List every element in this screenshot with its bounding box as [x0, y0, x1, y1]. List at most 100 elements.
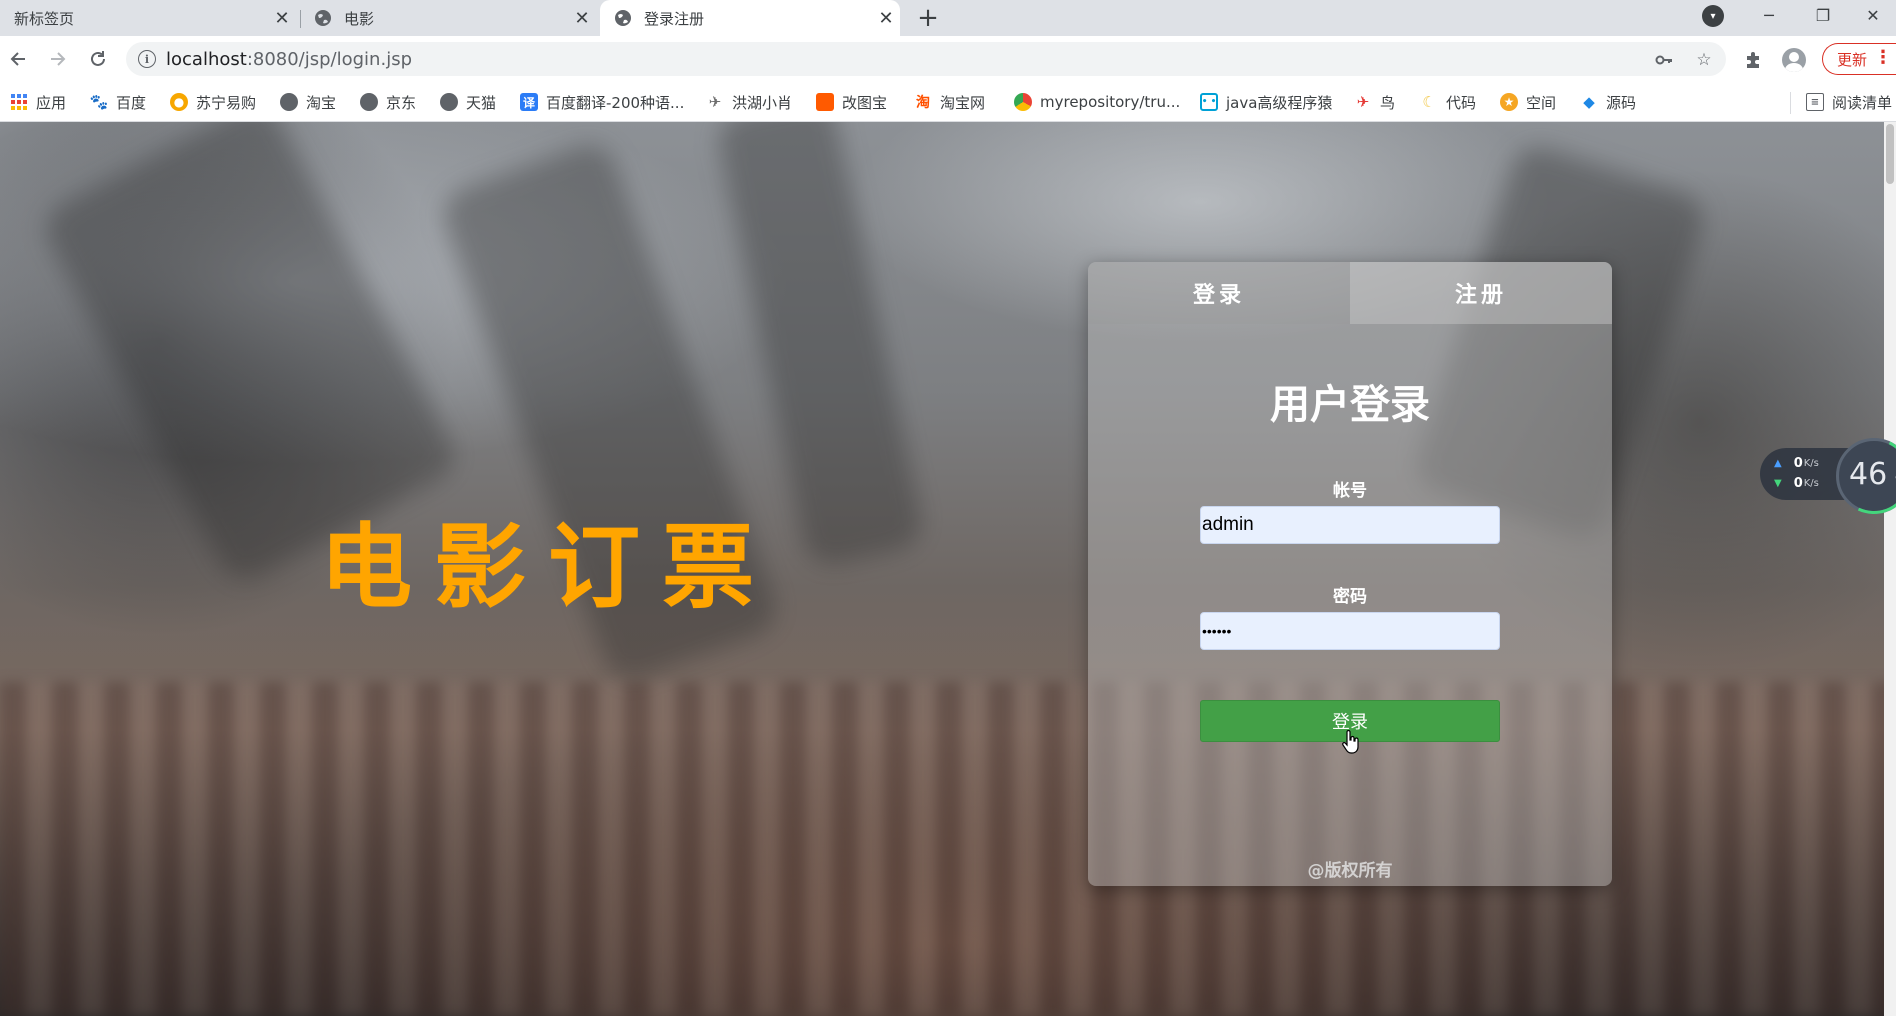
- bookmark-baidu[interactable]: 🐾 百度: [90, 90, 146, 114]
- key-icon[interactable]: [1654, 50, 1674, 70]
- hero-title: 电影订票: [320, 514, 777, 621]
- bookmarks-divider: [1790, 92, 1791, 114]
- tab-register[interactable]: 注册: [1350, 262, 1612, 324]
- tab-new-tab[interactable]: 新标签页 ✕: [14, 0, 296, 36]
- url-path: :8080/jsp/login.jsp: [246, 48, 412, 70]
- bookmark-label: 鸟: [1380, 93, 1396, 112]
- bilibili-icon: • •: [1200, 93, 1218, 111]
- bookmark-jd[interactable]: 京东: [360, 90, 416, 114]
- bookmark-label: 苏宁易购: [196, 93, 257, 112]
- bookmark-label: 源码: [1606, 93, 1637, 112]
- upload-arrow-icon: ▲: [1774, 458, 1782, 469]
- bookmark-myrepository[interactable]: myrepository/tru...: [1014, 90, 1180, 114]
- bookmark-label: 百度: [116, 93, 147, 112]
- hand-cursor-icon: [1342, 730, 1359, 754]
- bookmark-suning[interactable]: ● 苏宁易购: [170, 90, 256, 114]
- login-heading: 用户登录: [1270, 382, 1430, 428]
- bookmark-taobaowang[interactable]: 淘 淘宝网: [914, 90, 985, 114]
- password-input[interactable]: [1200, 612, 1500, 650]
- url-host: localhost: [166, 48, 247, 70]
- forward-button[interactable]: [42, 43, 74, 75]
- globe-icon: [315, 10, 331, 26]
- tab-login[interactable]: 登录: [1088, 262, 1350, 324]
- address-bar[interactable]: i localhost:8080/jsp/login.jsp ☆: [126, 42, 1726, 76]
- reading-list-icon: ≡: [1806, 93, 1824, 111]
- copyright-text: @版权所有: [1307, 861, 1393, 881]
- qzone-icon: ★: [1500, 93, 1518, 111]
- restore-button[interactable]: ❐: [1800, 0, 1846, 30]
- bookmark-bird[interactable]: ✈ 鸟: [1354, 90, 1395, 114]
- password-label: 密码: [1333, 587, 1367, 607]
- tab-divider: [300, 10, 301, 28]
- download-unit: K/s: [1803, 478, 1819, 489]
- bookmark-qzone[interactable]: ★ 空间: [1500, 90, 1556, 114]
- tab-search-icon[interactable]: ▾: [1702, 5, 1724, 27]
- account-input[interactable]: [1200, 506, 1500, 544]
- login-card: 登录 注册 用户登录 帐号 密码 登录 @版权所有: [1088, 262, 1612, 886]
- download-speed: ▼ 0 K/s: [1774, 476, 1819, 491]
- bookmark-label: 天猫: [466, 93, 497, 112]
- update-label: 更新: [1837, 50, 1868, 69]
- close-icon[interactable]: ✕: [268, 4, 296, 32]
- window-close-button[interactable]: ✕: [1850, 0, 1896, 30]
- bookmark-honghu[interactable]: ✈ 洪湖小肖: [706, 90, 792, 114]
- fish-icon: ◆: [1583, 93, 1595, 111]
- bookmark-label: 应用: [36, 93, 67, 112]
- bookmark-label: 京东: [386, 93, 417, 112]
- background-beam: [713, 122, 927, 570]
- tab-title: 登录注册: [644, 9, 705, 28]
- bird-icon: ✈: [708, 93, 722, 111]
- bookmark-gaitubao[interactable]: 改图宝: [816, 90, 887, 114]
- bookmark-label: 代码: [1446, 93, 1477, 112]
- suning-icon: ●: [170, 93, 188, 111]
- apps-grid-icon: [10, 93, 28, 111]
- bookmark-label: 淘宝网: [940, 93, 986, 112]
- new-tab-button[interactable]: +: [912, 2, 944, 34]
- bookmark-label: myrepository/tru...: [1040, 93, 1181, 111]
- bookmark-star-icon[interactable]: ☆: [1694, 50, 1714, 70]
- tab-login-register[interactable]: 登录注册 ✕: [600, 0, 900, 36]
- tab-title: 电影: [344, 9, 375, 28]
- bookmark-java[interactable]: • • java高级程序猿: [1200, 90, 1332, 114]
- reload-button[interactable]: [82, 43, 114, 75]
- orange-square-icon: [816, 93, 834, 111]
- back-button[interactable]: [2, 43, 34, 75]
- bookmark-source[interactable]: ◆ 源码: [1580, 90, 1636, 114]
- profile-avatar-icon[interactable]: [1782, 48, 1806, 72]
- moon-icon: ☾: [1422, 93, 1436, 111]
- tab-movie[interactable]: 电影 ✕: [314, 0, 596, 36]
- scrollbar-thumb[interactable]: [1886, 124, 1894, 184]
- site-info-icon[interactable]: i: [138, 50, 156, 68]
- close-icon[interactable]: ✕: [872, 4, 900, 32]
- bookmark-label: 空间: [1526, 93, 1557, 112]
- globe-icon: [280, 93, 298, 111]
- update-button[interactable]: 更新 ⋮: [1822, 43, 1896, 75]
- bookmark-taobao[interactable]: 淘宝: [280, 90, 336, 114]
- globe-icon: [360, 93, 378, 111]
- reload-icon: [91, 51, 105, 66]
- bookmarks-bar: 应用 🐾 百度 ● 苏宁易购 淘宝 京东 天猫 译 百度翻译-200种语... …: [0, 82, 1896, 122]
- close-icon[interactable]: ✕: [568, 4, 596, 32]
- reading-list[interactable]: ≡ 阅读清单: [1806, 90, 1892, 114]
- bookmark-label: 改图宝: [842, 93, 888, 112]
- bookmark-label: java高级程序猿: [1226, 93, 1333, 112]
- globe-icon: [615, 10, 631, 26]
- bookmark-tmall[interactable]: 天猫: [440, 90, 496, 114]
- bookmark-label: 百度翻译-200种语...: [546, 93, 685, 112]
- bookmark-code[interactable]: ☾ 代码: [1420, 90, 1476, 114]
- extensions-puzzle-icon[interactable]: [1742, 49, 1764, 71]
- address-url[interactable]: localhost:8080/jsp/login.jsp: [166, 49, 412, 70]
- globe-icon: [440, 93, 458, 111]
- download-value: 0: [1793, 476, 1803, 491]
- upload-speed: ▲ 0 K/s: [1774, 456, 1819, 471]
- page-scrollbar[interactable]: [1884, 122, 1896, 1016]
- menu-dots-icon[interactable]: ⋮: [1874, 47, 1892, 68]
- back-arrow-icon: [10, 52, 25, 66]
- upload-value: 0: [1793, 456, 1803, 471]
- minimize-button[interactable]: ─: [1746, 0, 1792, 30]
- bookmark-baidu-translate[interactable]: 译 百度翻译-200种语...: [520, 90, 684, 114]
- bookmark-label: 淘宝: [306, 93, 337, 112]
- bookmark-apps[interactable]: 应用: [10, 90, 66, 114]
- gauge-value: 46: [1849, 457, 1888, 492]
- reading-list-label: 阅读清单: [1832, 93, 1893, 112]
